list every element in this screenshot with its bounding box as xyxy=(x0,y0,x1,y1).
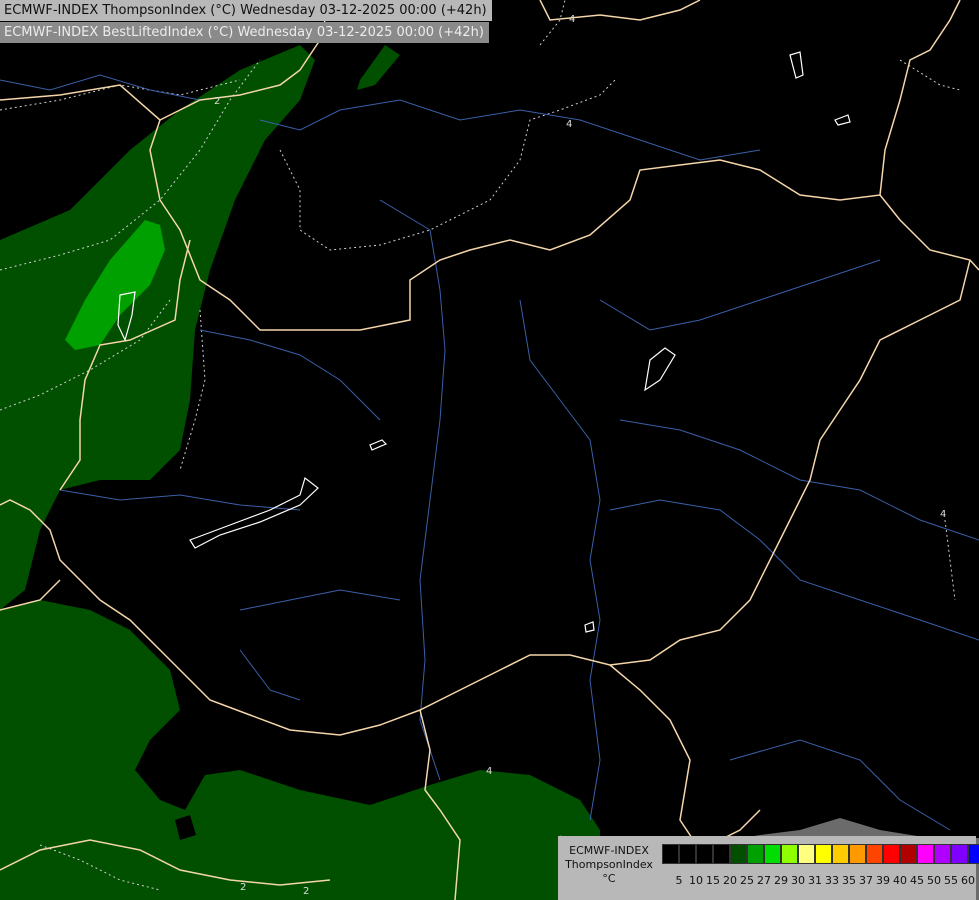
legend-swatch xyxy=(679,844,696,864)
contour-label: 4 xyxy=(569,14,575,25)
color-legend: ECMWF-INDEX ThompsonIndex °C 5 10 15 20 25 27… xyxy=(558,836,979,900)
legend-swatch xyxy=(764,844,781,864)
legend-swatch xyxy=(866,844,883,864)
legend-tick-label: 10 xyxy=(689,874,703,887)
map-title-primary: ECMWF-INDEX ThompsonIndex (°C) Wednesday… xyxy=(0,0,492,21)
legend-label: ECMWF-INDEX ThompsonIndex °C xyxy=(563,844,655,886)
legend-swatch xyxy=(968,844,979,864)
legend-model: ECMWF-INDEX xyxy=(569,844,649,857)
legend-tick-label: 60 xyxy=(961,874,975,887)
legend-swatch xyxy=(747,844,764,864)
contour-label: 4 xyxy=(566,119,572,130)
contour-label: 4 xyxy=(940,509,946,520)
legend-swatch xyxy=(883,844,900,864)
legend-tick-label: 27 xyxy=(757,874,771,887)
legend-tick-label: 25 xyxy=(740,874,754,887)
contour-label: 2 xyxy=(303,886,309,897)
legend-tick-label: 35 xyxy=(842,874,856,887)
legend-tick-label: 40 xyxy=(893,874,907,887)
legend-tick-label: 15 xyxy=(706,874,720,887)
legend-unit: °C xyxy=(602,872,616,885)
legend-swatch xyxy=(781,844,798,864)
legend-swatch xyxy=(934,844,951,864)
legend-swatch xyxy=(713,844,730,864)
legend-tick-label: 50 xyxy=(927,874,941,887)
legend-tick-label: 37 xyxy=(859,874,873,887)
legend-tick-label: 45 xyxy=(910,874,924,887)
legend-swatch xyxy=(951,844,968,864)
contour-label: 2 xyxy=(240,882,246,893)
legend-color-bar xyxy=(662,844,979,864)
legend-parameter: ThompsonIndex xyxy=(565,858,653,871)
legend-tick-label: 20 xyxy=(723,874,737,887)
legend-swatch xyxy=(900,844,917,864)
weather-map[interactable]: 2 2 2 4 4 4 4 xyxy=(0,0,979,900)
legend-tick-label: 29 xyxy=(774,874,788,887)
legend-tick-label: 5 xyxy=(675,874,683,887)
map-title-secondary: ECMWF-INDEX BestLiftedIndex (°C) Wednesd… xyxy=(0,22,489,43)
legend-tick-label: 33 xyxy=(825,874,839,887)
legend-swatch xyxy=(798,844,815,864)
legend-tick-label: 39 xyxy=(876,874,890,887)
contour-label: 4 xyxy=(486,766,492,777)
legend-tick-label: 55 xyxy=(944,874,958,887)
legend-swatch xyxy=(832,844,849,864)
legend-swatch xyxy=(730,844,747,864)
legend-swatch xyxy=(917,844,934,864)
legend-tick-label: 30 xyxy=(791,874,805,887)
legend-swatch xyxy=(815,844,832,864)
legend-swatch xyxy=(662,844,679,864)
legend-swatch xyxy=(696,844,713,864)
contour-label: 2 xyxy=(214,96,220,107)
legend-swatch xyxy=(849,844,866,864)
legend-ticks: 5 10 15 20 25 27 29 30 31 33 35 37 39 40 45 50 55 60 xyxy=(662,874,976,888)
legend-tick-label: 31 xyxy=(808,874,822,887)
